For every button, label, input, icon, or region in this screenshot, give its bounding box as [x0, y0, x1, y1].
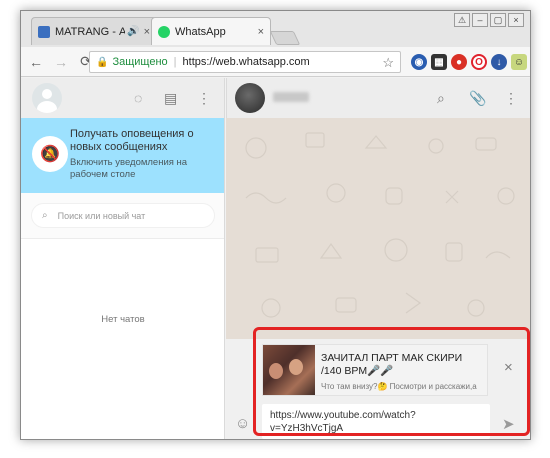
pin-extension-icon[interactable]: ● [451, 54, 467, 70]
bookmark-star-icon[interactable]: ☆ [382, 55, 394, 71]
notification-subtitle[interactable]: Включить уведомления на рабочем столе [70, 157, 220, 181]
tab-matrang[interactable]: MATRANG - Акула 🔊 × [31, 17, 157, 45]
browser-toolbar: ← → ⟳ 🔒 Защищено | https://web.whatsapp.… [21, 47, 530, 77]
profile-icon[interactable]: ⚠ [454, 13, 470, 27]
red-highlight-frame [253, 327, 530, 436]
window-controls: ⚠ – ▢ × [454, 13, 524, 27]
tab-strip: MATRANG - Акула 🔊 × WhatsApp × ⚠ – ▢ × [21, 11, 530, 47]
profile-header: ◌ ▤ ⋮ [21, 78, 224, 118]
whatsapp-favicon-icon [158, 25, 170, 38]
globe-extension-icon[interactable]: ◉ [411, 54, 427, 70]
bell-off-icon: 🔕 [32, 136, 68, 172]
side-panel: ◌ ▤ ⋮ 🔕 Получать оповещения о новых сооб… [21, 78, 225, 439]
tab-title: MATRANG - Акула [55, 25, 125, 38]
search-placeholder: Поиск или новый чат [57, 210, 146, 221]
cart-extension-icon[interactable]: ▦ [431, 54, 447, 70]
opera-extension-icon[interactable]: O [471, 54, 487, 70]
close-window-button[interactable]: × [508, 13, 524, 27]
emoji-icon[interactable]: ☺ [235, 415, 250, 432]
close-tab-icon[interactable]: × [144, 26, 150, 38]
search-icon[interactable]: ⌕ [437, 90, 445, 107]
status-icon[interactable]: ◌ [134, 90, 142, 106]
youtube-favicon-icon [38, 25, 50, 38]
maximize-button[interactable]: ▢ [490, 13, 506, 27]
search-area: ⌕ Поиск или новый чат [21, 193, 224, 239]
menu-icon[interactable]: ⋮ [197, 90, 211, 107]
back-button[interactable]: ← [26, 54, 46, 70]
translate-extension-icon[interactable]: ☺ [511, 54, 527, 70]
notification-banner[interactable]: 🔕 Получать оповещения о новых сообщениях… [21, 118, 224, 193]
contact-avatar[interactable] [235, 83, 265, 113]
search-input[interactable]: ⌕ Поиск или новый чат [31, 203, 215, 228]
new-tab-button[interactable] [269, 31, 301, 45]
lock-icon: 🔒 [96, 56, 109, 68]
empty-chats-label: Нет чатов [101, 314, 145, 325]
address-bar[interactable]: 🔒 Защищено | https://web.whatsapp.com ☆ [89, 51, 401, 73]
forward-button[interactable]: → [51, 54, 71, 70]
url-text[interactable]: https://web.whatsapp.com [183, 56, 310, 68]
tab-title: WhatsApp [175, 25, 226, 38]
avatar[interactable] [32, 83, 62, 113]
speaker-icon[interactable]: 🔊 [127, 26, 139, 37]
close-tab-icon[interactable]: × [258, 26, 264, 38]
minimize-button[interactable]: – [472, 13, 488, 27]
download-extension-icon[interactable]: ↓ [491, 54, 507, 70]
menu-icon[interactable]: ⋮ [504, 90, 518, 107]
notification-title: Получать оповещения о новых сообщениях [70, 128, 194, 153]
chat-header[interactable]: ⌕ 📎 ⋮ [226, 78, 530, 118]
secure-label: Защищено [112, 56, 168, 68]
search-icon: ⌕ [42, 210, 48, 221]
new-chat-icon[interactable]: ▤ [164, 90, 177, 107]
separator: | [173, 56, 177, 68]
contact-name-blurred [273, 92, 309, 102]
chat-wallpaper [226, 118, 530, 339]
paperclip-icon[interactable]: 📎 [469, 90, 486, 107]
tab-whatsapp[interactable]: WhatsApp × [151, 17, 271, 45]
